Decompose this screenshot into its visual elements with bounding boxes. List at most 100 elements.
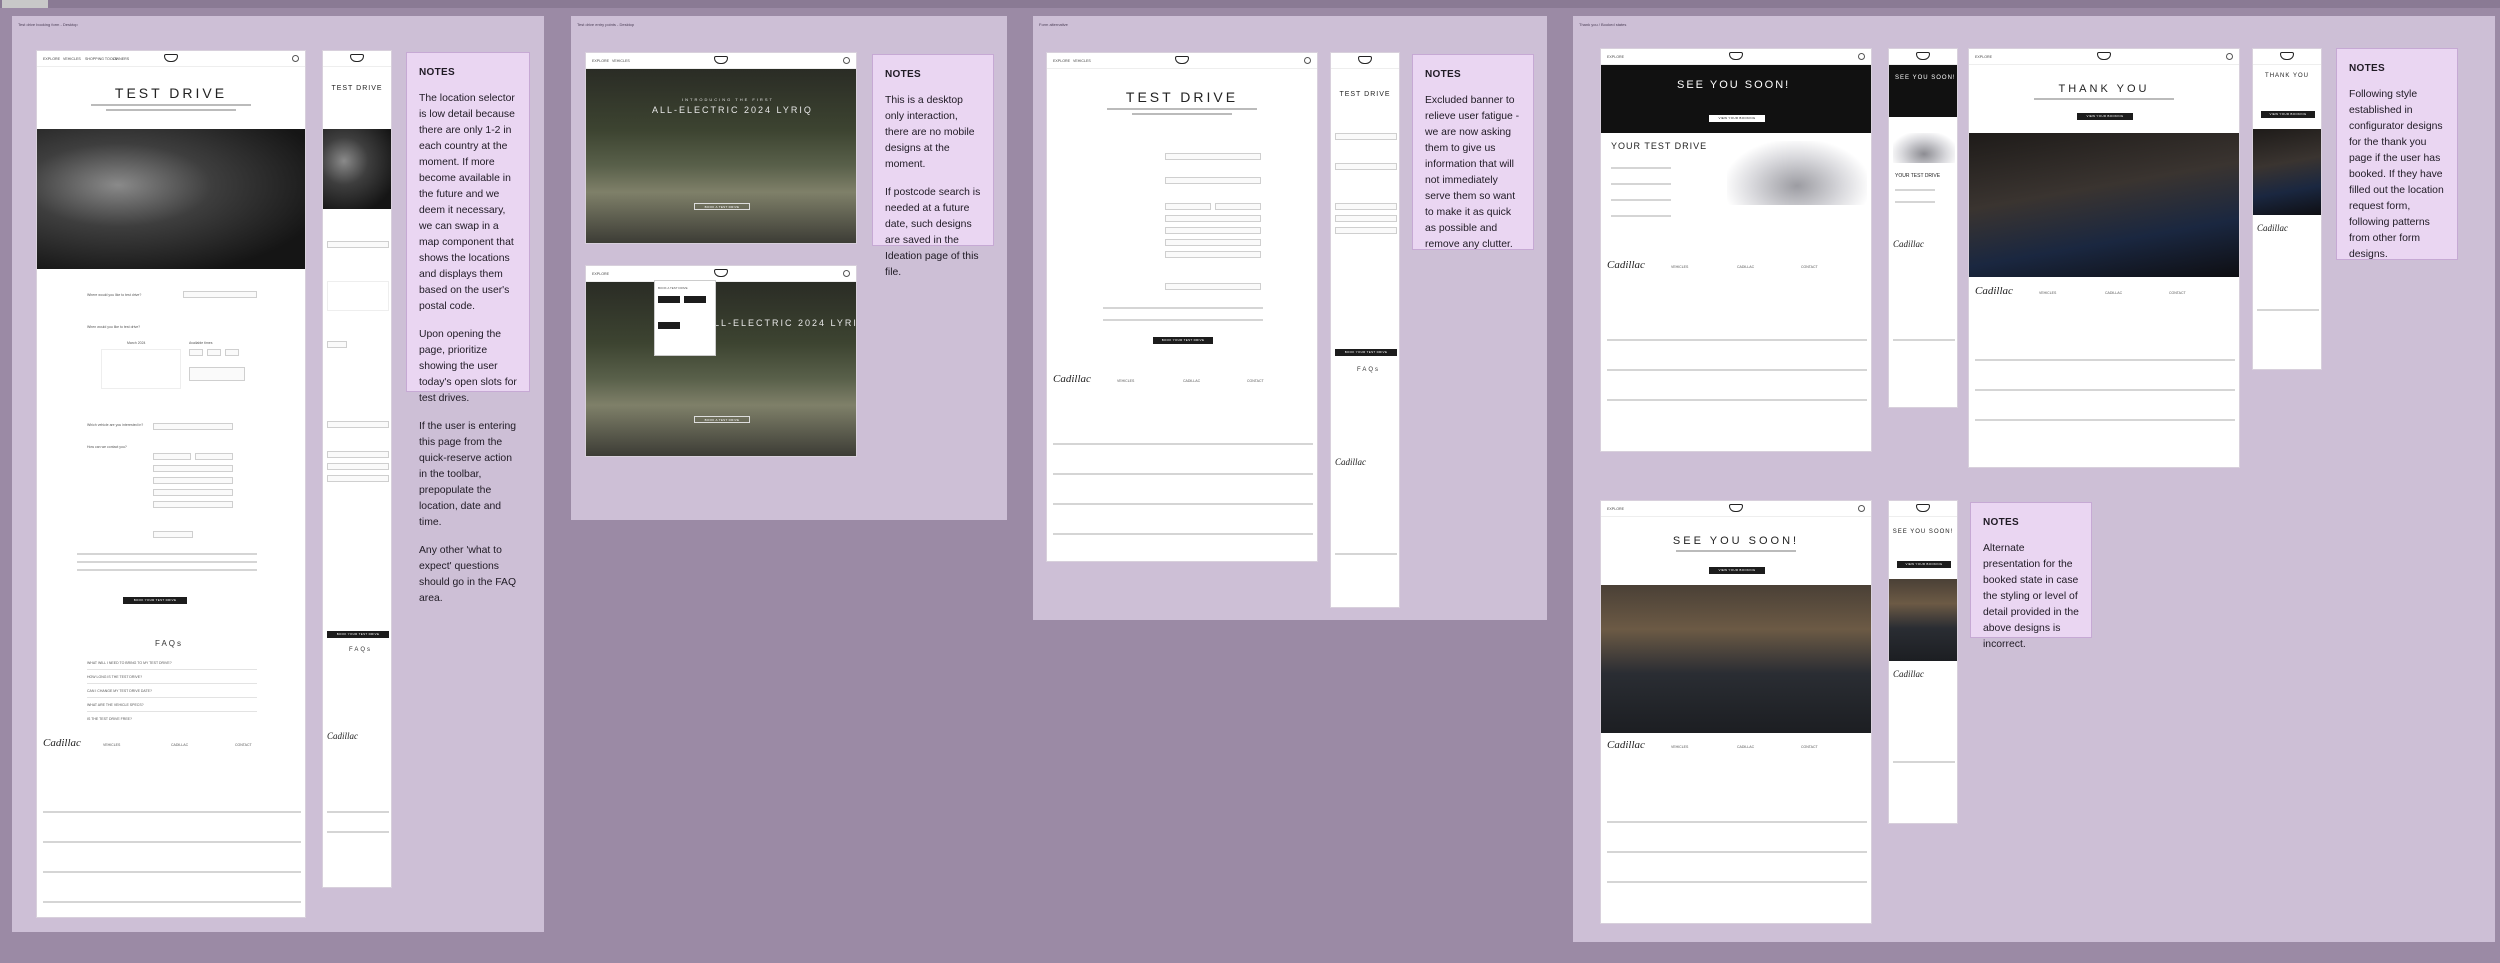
hero-cta-button[interactable]: BOOK A TEST DRIVE (694, 416, 750, 423)
book-test-drive-button[interactable]: BOOK YOUR TEST DRIVE (327, 631, 389, 638)
account-icon[interactable] (292, 55, 299, 62)
footer-legal (1053, 533, 1313, 535)
email-field[interactable] (1335, 215, 1397, 222)
time-slot[interactable] (207, 349, 221, 356)
account-icon[interactable] (1858, 505, 1865, 512)
contact-preference-select[interactable] (153, 501, 233, 508)
first-name-field[interactable] (1335, 203, 1397, 210)
date-select[interactable] (1165, 177, 1261, 184)
postcode-field[interactable] (1165, 239, 1261, 246)
first-name-field[interactable] (1165, 203, 1211, 210)
location-select[interactable] (327, 241, 389, 248)
view-booking-button[interactable]: VIEW YOUR BOOKING (1709, 567, 1765, 574)
faq-item[interactable]: CAN I CHANGE MY TEST DRIVE DATE? (87, 689, 152, 693)
cadillac-crest-icon[interactable] (164, 54, 178, 62)
notes-card: NOTES Alternate presentation for the boo… (1970, 502, 2092, 650)
account-icon[interactable] (843, 270, 850, 277)
hero-cta-button[interactable]: BOOK A TEST DRIVE (694, 203, 750, 210)
nav-link[interactable]: OWNERS (113, 57, 129, 61)
postcode-field[interactable] (153, 489, 233, 496)
calendar-grid[interactable] (327, 281, 389, 311)
view-booking-button[interactable]: VIEW YOUR BOOKING (1709, 115, 1765, 122)
book-test-drive-button[interactable]: BOOK YOUR TEST DRIVE (1335, 349, 1397, 356)
time-label: Available times (189, 341, 213, 345)
location-select[interactable] (183, 291, 257, 298)
cadillac-crest-icon[interactable] (1358, 56, 1372, 64)
faq-item[interactable]: WHAT ARE THE VEHICLE SPECS? (87, 703, 144, 707)
footer-legal (1335, 553, 1397, 555)
first-name-field[interactable] (153, 453, 191, 460)
location-select[interactable] (1165, 153, 1261, 160)
cadillac-crest-icon[interactable] (1916, 52, 1930, 60)
phone-field[interactable] (1335, 227, 1397, 234)
book-test-drive-button[interactable]: BOOK YOUR TEST DRIVE (1153, 337, 1213, 344)
date-question: When would you like to test drive? (87, 325, 141, 329)
date-select[interactable] (1335, 163, 1397, 170)
purchase-timeline-select[interactable] (1165, 283, 1261, 290)
faq-item[interactable]: WHAT WILL I NEED TO BRING TO MY TEST DRI… (87, 661, 172, 665)
nav-link[interactable]: VEHICLES (63, 57, 81, 61)
first-name-field[interactable] (327, 451, 389, 458)
hero-image (586, 69, 856, 243)
time-slot[interactable] (327, 341, 347, 348)
faq-item[interactable]: IS THE TEST DRIVE FREE? (87, 717, 132, 721)
document-tab[interactable] (2, 0, 48, 8)
view-booking-button[interactable]: VIEW YOUR BOOKING (2261, 111, 2315, 118)
nav-link[interactable]: EXPLORE (1607, 55, 1624, 59)
dropdown-option[interactable] (684, 296, 706, 303)
book-test-drive-button[interactable]: BOOK YOUR TEST DRIVE (123, 597, 187, 604)
view-booking-button[interactable]: VIEW YOUR BOOKING (2077, 113, 2133, 120)
phone-field[interactable] (153, 477, 233, 484)
calendar-grid[interactable] (101, 349, 181, 389)
cadillac-crest-icon[interactable] (714, 56, 728, 64)
footer-logo: Cadillac (1893, 669, 1924, 679)
vehicle-select[interactable] (327, 421, 389, 428)
phone-field[interactable] (327, 475, 389, 482)
cadillac-crest-icon[interactable] (2097, 52, 2111, 60)
cadillac-crest-icon[interactable] (714, 269, 728, 277)
thank-you-desktop: EXPLORE THANK YOU VIEW YOUR BOOKING Cadi… (1968, 48, 2240, 468)
account-icon[interactable] (2226, 53, 2233, 60)
footer-legal (1893, 339, 1955, 341)
email-field[interactable] (327, 463, 389, 470)
last-name-field[interactable] (195, 453, 233, 460)
contact-preference-select[interactable] (1165, 251, 1261, 258)
cadillac-crest-icon[interactable] (350, 54, 364, 62)
email-field[interactable] (1165, 215, 1261, 222)
dropdown-option[interactable] (658, 296, 680, 303)
email-field[interactable] (153, 465, 233, 472)
footer-legal (1975, 419, 2235, 421)
nav-link[interactable]: VEHICLES (612, 59, 630, 63)
time-slot[interactable] (189, 349, 203, 356)
cadillac-crest-icon[interactable] (1729, 52, 1743, 60)
nav-link[interactable]: EXPLORE (1053, 59, 1070, 63)
time-slot[interactable] (225, 349, 239, 356)
quick-book-dropdown[interactable] (654, 280, 716, 356)
notes-paragraph: Any other 'what to expect' questions sho… (419, 545, 517, 604)
notes-title: NOTES (1983, 517, 2019, 528)
nav-link[interactable]: EXPLORE (43, 57, 60, 61)
cadillac-crest-icon[interactable] (1729, 504, 1743, 512)
cadillac-crest-icon[interactable] (2280, 52, 2294, 60)
footer-legal (43, 871, 301, 873)
account-icon[interactable] (1858, 53, 1865, 60)
purchase-timeline-radio[interactable] (153, 531, 193, 538)
dropdown-submit[interactable] (658, 322, 680, 329)
footer-col-title: VEHICLES (1671, 745, 1689, 749)
cadillac-crest-icon[interactable] (1916, 504, 1930, 512)
last-name-field[interactable] (1215, 203, 1261, 210)
vehicle-select[interactable] (153, 423, 233, 430)
nav-link[interactable]: EXPLORE (1607, 507, 1624, 511)
footer-logo: Cadillac (43, 737, 81, 749)
account-icon[interactable] (1304, 57, 1311, 64)
nav-link[interactable]: VEHICLES (1073, 59, 1091, 63)
cadillac-crest-icon[interactable] (1175, 56, 1189, 64)
nav-link[interactable]: EXPLORE (1975, 55, 1992, 59)
phone-field[interactable] (1165, 227, 1261, 234)
nav-link[interactable]: EXPLORE (592, 272, 609, 276)
account-icon[interactable] (843, 57, 850, 64)
location-select[interactable] (1335, 133, 1397, 140)
view-booking-button[interactable]: VIEW YOUR BOOKING (1897, 561, 1951, 568)
nav-link[interactable]: EXPLORE (592, 59, 609, 63)
faq-item[interactable]: HOW LONG IS THE TEST DRIVE? (87, 675, 142, 679)
